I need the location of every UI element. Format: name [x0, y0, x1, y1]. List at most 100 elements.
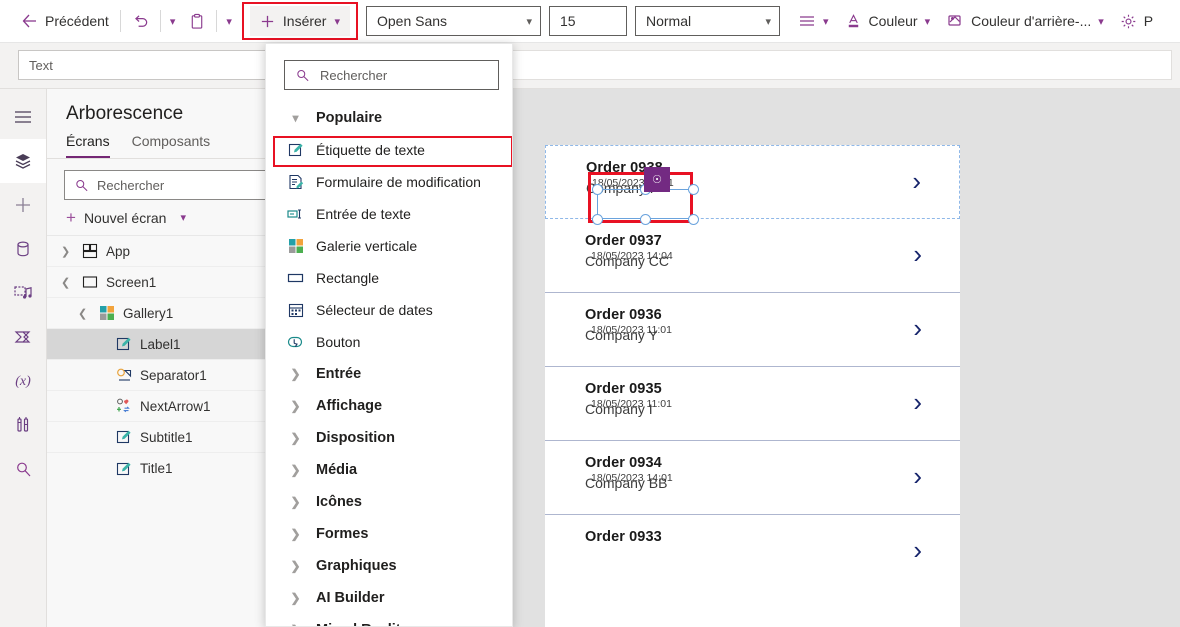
align-button[interactable]: ▾ — [790, 5, 837, 37]
chevron-right-icon: ❯ — [290, 527, 301, 541]
chevron-down-icon[interactable]: ❮ — [61, 276, 74, 289]
insert-group-icones[interactable]: ❯ Icônes — [266, 486, 512, 518]
insert-item-text-label[interactable]: Étiquette de texte — [266, 134, 512, 166]
gallery-row[interactable]: Order 0938 Company F 18/05/2023 14:01 › … — [545, 145, 960, 225]
insert-group-ai-builder[interactable]: ❯ AI Builder — [266, 582, 512, 614]
properties-button[interactable]: P — [1112, 5, 1153, 37]
next-arrow-icon[interactable]: › — [913, 315, 922, 341]
insert-item-text-input[interactable]: Entrée de texte — [266, 198, 512, 230]
fill-color-button[interactable]: Couleur d'arrière-... ▾ — [938, 5, 1112, 37]
insert-item-label: Affichage — [316, 398, 383, 414]
insert-item-label: Bouton — [316, 334, 361, 350]
insert-item-label: Populaire — [316, 110, 383, 126]
resize-handle-bc[interactable] — [640, 214, 651, 225]
tree-node-title1[interactable]: Title1 — [47, 453, 284, 484]
tree-node-gallery1[interactable]: ❮ Gallery1 — [47, 298, 284, 329]
next-arrow-icon[interactable]: › — [913, 389, 922, 415]
new-screen-button[interactable]: + Nouvel écran ▾ — [47, 200, 284, 236]
insert-item-rectangle[interactable]: Rectangle — [266, 262, 512, 294]
resize-handle-tl[interactable] — [592, 184, 603, 195]
search-icon — [76, 179, 88, 191]
variables-button[interactable]: (x) — [0, 359, 46, 403]
undo-dropdown[interactable]: ▾ — [164, 5, 182, 37]
gallery-row[interactable]: Order 0937 Company CC 18/05/2023 14:04 › — [545, 219, 960, 293]
next-arrow-icon[interactable]: › — [913, 241, 922, 267]
insert-item-button[interactable]: Bouton — [266, 326, 512, 358]
rotate-handle[interactable]: ☉ — [644, 167, 670, 192]
insert-group-entree[interactable]: ❯ Entrée — [266, 358, 512, 390]
tree-node-separator1[interactable]: Separator1 — [47, 360, 284, 391]
app-root: Précédent ▾ ▾ Insérer ▾ Open Sans ▾ 15 N… — [0, 0, 1180, 627]
font-family-select[interactable]: Open Sans ▾ — [366, 6, 541, 36]
insert-item-date-picker[interactable]: Sélecteur de dates — [266, 294, 512, 326]
property-select[interactable]: Text — [18, 50, 266, 80]
app-checker-button[interactable] — [0, 403, 46, 447]
gallery-row[interactable]: Order 0935 Company I 18/05/2023 11:01 › — [545, 367, 960, 441]
tree-search-input[interactable]: Rechercher — [64, 170, 273, 200]
chevron-down-icon[interactable]: ❮ — [78, 307, 91, 320]
data-button[interactable] — [0, 227, 46, 271]
undo-button[interactable] — [124, 5, 157, 37]
gallery-row-date: 18/05/2023 11:01 — [591, 324, 672, 336]
power-automate-button[interactable] — [0, 315, 46, 359]
chevron-down-icon: ▾ — [526, 15, 532, 28]
font-size-value: 15 — [560, 13, 576, 29]
text-color-button[interactable]: Couleur ▾ — [837, 5, 939, 37]
gallery-row-subtitle: Company Y 18/05/2023 11:01 — [585, 324, 960, 343]
gallery-row[interactable]: Order 0933 › — [545, 515, 960, 560]
tree-node-screen1[interactable]: ❮ Screen1 — [47, 267, 284, 298]
tree-node-nextarrow1[interactable]: NextArrow1 — [47, 391, 284, 422]
gallery-row[interactable]: Order 0934 Company BB 18/05/2023 14:01 › — [545, 441, 960, 515]
insert-group-disposition[interactable]: ❯ Disposition — [266, 422, 512, 454]
new-screen-label: Nouvel écran — [83, 209, 167, 226]
plus-icon — [16, 198, 30, 212]
tab-screens[interactable]: Écrans — [66, 133, 110, 158]
plus-icon: + — [66, 208, 76, 227]
insert-group-formes[interactable]: ❯ Formes — [266, 518, 512, 550]
paste-button[interactable] — [181, 5, 213, 37]
app-screen-surface[interactable]: Order 0938 Company F 18/05/2023 14:01 › … — [545, 145, 960, 627]
tab-components[interactable]: Composants — [132, 133, 211, 158]
next-arrow-icon[interactable]: › — [913, 463, 922, 489]
insert-item-edit-form[interactable]: Formulaire de modification — [266, 166, 512, 198]
back-button[interactable]: Précédent — [12, 5, 117, 37]
chevron-down-icon: ▾ — [1098, 15, 1104, 28]
insert-group-graphiques[interactable]: ❯ Graphiques — [266, 550, 512, 582]
media-button[interactable] — [0, 271, 46, 315]
insert-item-label: Rectangle — [316, 270, 380, 286]
chevron-down-icon: ▾ — [226, 15, 232, 28]
search-rail-button[interactable] — [0, 447, 46, 491]
insert-group-media[interactable]: ❯ Média — [266, 454, 512, 486]
insert-item-label: Icônes — [316, 494, 362, 510]
insert-search-input[interactable]: Rechercher — [284, 60, 499, 90]
insert-item-vertical-gallery[interactable]: Galerie verticale — [266, 230, 512, 262]
paste-dropdown[interactable]: ▾ — [220, 5, 238, 37]
insert-button[interactable]: Insérer ▾ — [249, 6, 350, 36]
insert-group-mixed-reality[interactable]: ❯ Mixed Reality — [266, 614, 512, 626]
insert-group-populaire[interactable]: ▾ Populaire — [266, 102, 512, 134]
chevron-right-icon[interactable]: ❯ — [61, 245, 74, 258]
text-color-label: Couleur — [868, 13, 918, 29]
font-weight-select[interactable]: Normal ▾ — [635, 6, 780, 36]
gallery-row[interactable]: Order 0936 Company Y 18/05/2023 11:01 › — [545, 293, 960, 367]
font-size-input[interactable]: 15 — [549, 6, 627, 36]
resize-handle-tr[interactable] — [688, 184, 699, 195]
page-title: Arborescence — [66, 103, 184, 124]
variables-icon: (x) — [15, 374, 31, 389]
tree-node-label1[interactable]: Label1 — [47, 329, 284, 360]
clipboard-icon — [189, 13, 205, 30]
tree-node-subtitle1[interactable]: Subtitle1 — [47, 422, 284, 453]
next-arrow-icon[interactable]: › — [913, 537, 922, 560]
insert-group-affichage[interactable]: ❯ Affichage — [266, 390, 512, 422]
next-arrow-icon[interactable]: › — [912, 168, 921, 194]
resize-handle-br[interactable] — [688, 214, 699, 225]
insert-label: Insérer — [282, 13, 327, 29]
chevron-right-icon: ❯ — [290, 495, 301, 509]
insert-rail-button[interactable] — [0, 183, 46, 227]
tree-node-app[interactable]: ❯ App — [47, 236, 284, 267]
tree-view-button[interactable] — [0, 139, 46, 183]
insert-item-label: Disposition — [316, 430, 395, 446]
resize-handle-bl[interactable] — [592, 214, 603, 225]
gallery-row-date: 18/05/2023 14:04 — [591, 250, 673, 262]
menu-button[interactable] — [0, 95, 46, 139]
